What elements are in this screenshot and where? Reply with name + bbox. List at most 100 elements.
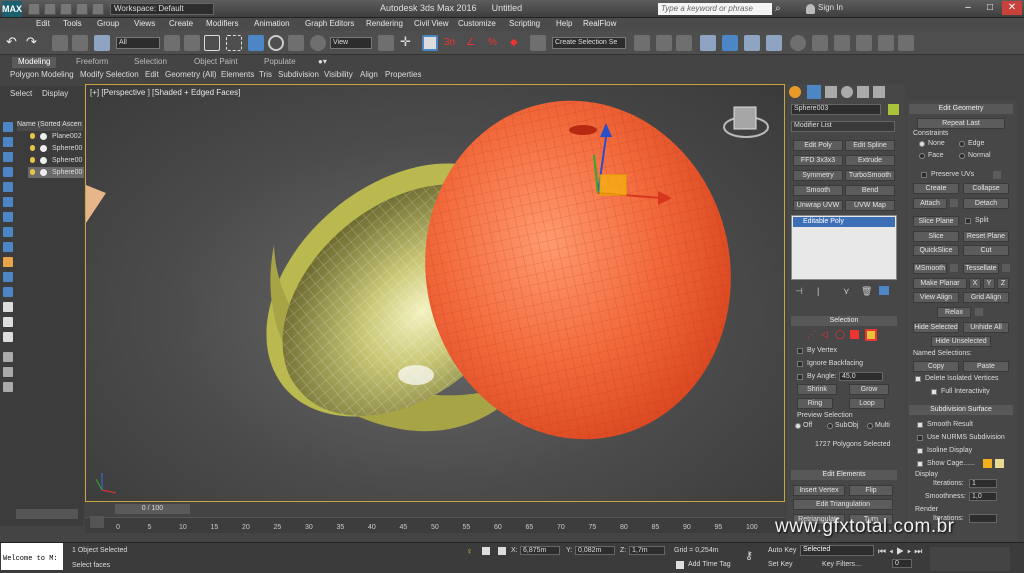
object-visibility-icon[interactable] <box>40 157 47 164</box>
pin-stack-icon[interactable]: ⊣ <box>795 286 803 297</box>
hide-selected-button[interactable]: Hide Selected <box>913 322 959 333</box>
render-activeshade-icon[interactable] <box>898 35 914 51</box>
perspective-viewport[interactable]: [+] [Perspective ] [Shaded + Edged Faces… <box>85 84 785 502</box>
smooth-result-checkbox[interactable] <box>917 422 923 428</box>
menu-tools[interactable]: Tools <box>63 19 82 28</box>
percent-snap-icon[interactable]: % <box>488 35 504 51</box>
modify-tab-icon[interactable] <box>807 85 821 99</box>
menu-graph-editors[interactable]: Graph Editors <box>305 19 354 28</box>
loop-button[interactable]: Loop <box>849 398 885 409</box>
stack-item-editable-poly[interactable]: Editable Poly <box>793 217 895 227</box>
app-icon[interactable]: MAX <box>2 1 22 17</box>
key-icon[interactable]: ⚷ <box>745 549 753 562</box>
selection-lock-icon[interactable] <box>482 547 490 555</box>
polygon-mode-icon[interactable] <box>850 330 859 339</box>
element-mode-icon[interactable] <box>865 329 877 341</box>
menu-civil-view[interactable]: Civil View <box>414 19 449 28</box>
slice-button[interactable]: Slice <box>913 231 959 242</box>
search-input[interactable]: Type a keyword or phrase <box>658 3 772 15</box>
render-production-icon[interactable] <box>856 35 872 51</box>
attach-button[interactable]: Attach <box>913 198 947 209</box>
toggle-ribbon-icon[interactable] <box>722 35 738 51</box>
modifier-stack[interactable]: Editable Poly <box>791 215 897 280</box>
configure-modifier-sets-icon[interactable] <box>879 286 889 295</box>
tab-freeform[interactable]: Freeform <box>70 57 114 68</box>
quickslice-button[interactable]: QuickSlice <box>913 245 959 256</box>
pivot-center-icon[interactable] <box>378 35 394 51</box>
show-cage-checkbox[interactable] <box>917 461 923 467</box>
subtab-elements[interactable]: Elements <box>221 70 254 79</box>
object-visibility-icon[interactable] <box>40 169 47 176</box>
ribbon-options-icon[interactable]: ●▾ <box>312 57 333 68</box>
filter-groups-icon[interactable] <box>3 212 13 222</box>
preview-multi-radio[interactable] <box>867 423 873 429</box>
filter-spacewarps-icon[interactable] <box>3 197 13 207</box>
filter-shapes-icon[interactable] <box>3 137 13 147</box>
explorer-display-menu[interactable]: Display <box>42 89 68 98</box>
light-bulb-icon[interactable] <box>30 169 35 175</box>
subtab-subdivision[interactable]: Subdivision <box>278 70 319 79</box>
object-color-swatch[interactable] <box>888 104 899 115</box>
light-bulb-icon[interactable] <box>30 157 35 163</box>
named-selection-dropdown[interactable]: Create Selection Se <box>552 37 626 49</box>
repeat-last-button[interactable]: Repeat Last <box>917 118 1005 129</box>
use-nurms-checkbox[interactable] <box>917 435 923 441</box>
toggle-scene-explorer-icon[interactable] <box>676 35 692 51</box>
object-name-field[interactable]: Sphere003 <box>791 104 881 115</box>
material-editor-icon[interactable] <box>790 35 806 51</box>
show-end-result-icon[interactable]: | <box>817 286 819 296</box>
redo-icon[interactable]: ↷ <box>26 35 42 51</box>
menu-help[interactable]: Help <box>556 19 572 28</box>
subtab-properties[interactable]: Properties <box>385 70 421 79</box>
save-file-icon[interactable] <box>60 3 72 15</box>
display-invert-icon[interactable] <box>3 332 13 342</box>
subtab-polygon-modeling[interactable]: Polygon Modeling <box>10 70 74 79</box>
full-interactivity-checkbox[interactable] <box>931 389 937 395</box>
tessellate-button[interactable]: Tessellate <box>963 263 999 274</box>
filter-lights-icon[interactable] <box>3 152 13 162</box>
display-none-icon[interactable] <box>3 317 13 327</box>
menu-views[interactable]: Views <box>134 19 155 28</box>
menu-realflow[interactable]: RealFlow <box>583 19 616 28</box>
edit-named-selection-icon[interactable] <box>530 35 546 51</box>
curve-editor-icon[interactable] <box>744 35 760 51</box>
maxscript-listener[interactable]: Welcome to M: <box>1 543 63 570</box>
msmooth-button[interactable]: MSmooth <box>913 263 947 274</box>
undo-icon[interactable]: ↶ <box>6 35 22 51</box>
redo-icon[interactable] <box>92 3 104 15</box>
make-unique-icon[interactable]: ⋎ <box>843 286 850 297</box>
filter-hidden-icon[interactable] <box>3 287 13 297</box>
motion-tab-icon[interactable] <box>841 86 853 98</box>
tab-selection[interactable]: Selection <box>128 57 173 68</box>
filter-funnel-icon[interactable] <box>3 352 13 362</box>
spinner-snap-icon[interactable]: ◆ <box>510 35 526 51</box>
menu-create[interactable]: Create <box>169 19 193 28</box>
subtab-align[interactable]: Align <box>360 70 378 79</box>
key-mode-dropdown[interactable]: Selected <box>800 545 874 556</box>
filter-xrefs-icon[interactable] <box>3 227 13 237</box>
preserve-uvs-checkbox[interactable] <box>921 172 927 178</box>
preserve-uvs-settings-icon[interactable] <box>993 171 1001 179</box>
select-rotate-icon[interactable] <box>268 35 284 51</box>
hide-unselected-button[interactable]: Hide Unselected <box>931 336 991 347</box>
tree-item-plane002[interactable]: Plane002 <box>52 133 82 140</box>
filter-containers-icon[interactable] <box>3 257 13 267</box>
select-object-icon[interactable] <box>164 35 180 51</box>
display-all-icon[interactable] <box>3 302 13 312</box>
preview-off-radio[interactable] <box>795 423 801 429</box>
planar-x-button[interactable]: X <box>969 278 981 289</box>
explorer-select-menu[interactable]: Select <box>10 89 32 98</box>
tree-item-sphere[interactable]: Sphere00 <box>52 157 82 164</box>
paste-button[interactable]: Paste <box>963 361 1009 372</box>
subtab-visibility[interactable]: Visibility <box>324 70 353 79</box>
iterations-spinner[interactable]: 1 <box>969 479 997 488</box>
make-planar-button[interactable]: Make Planar <box>913 278 967 289</box>
view-align-button[interactable]: View Align <box>913 292 959 303</box>
object-visibility-icon[interactable] <box>40 145 47 152</box>
unwrap-uvw-button[interactable]: Unwrap UVW <box>793 200 843 211</box>
menu-edit[interactable]: Edit <box>36 19 50 28</box>
subtab-geometry-all[interactable]: Geometry (All) <box>165 70 217 79</box>
angle-spinner[interactable]: 45,0 <box>839 372 883 381</box>
search-icon[interactable]: ⌕ <box>775 3 787 15</box>
add-time-tag-text[interactable]: Add Time Tag <box>688 561 731 568</box>
